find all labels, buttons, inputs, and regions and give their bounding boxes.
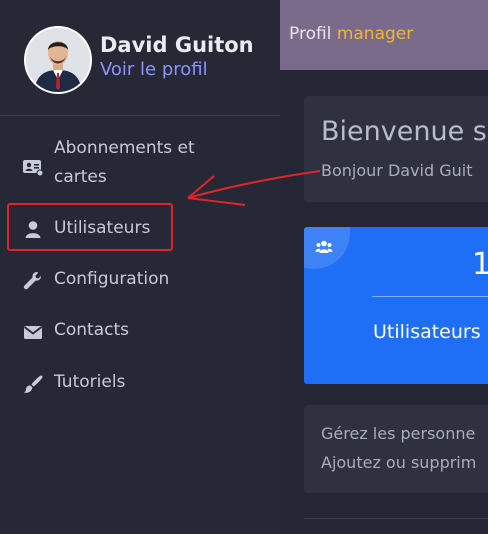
- sidebar-item-label: Contacts: [54, 320, 129, 340]
- sidebar-item-label: Tutoriels: [54, 372, 126, 392]
- stat-value: 1: [472, 247, 488, 282]
- page-title: Profil manager: [289, 24, 413, 44]
- welcome-title: Bienvenue s: [321, 116, 487, 147]
- brush-icon: [22, 373, 44, 395]
- sidebar-item-contacts[interactable]: Contacts: [0, 316, 280, 346]
- info-line: Ajoutez ou supprim: [321, 453, 477, 472]
- annotation-highlight-box: [7, 203, 173, 251]
- sidebar-item-label: Configuration: [54, 269, 170, 289]
- wrench-icon: [22, 270, 44, 292]
- title-accent: manager: [336, 24, 414, 44]
- title-plain: Profil: [289, 24, 332, 44]
- sidebar-item-subscriptions[interactable]: Abonnements et cartes: [0, 134, 280, 194]
- sidebar-item-configuration[interactable]: Configuration: [0, 265, 280, 295]
- topbar: Profil manager: [280, 0, 488, 70]
- content-divider: [304, 518, 488, 519]
- sidebar-item-label: cartes: [54, 167, 107, 187]
- envelope-icon: [22, 321, 44, 343]
- user-name: David Guiton: [100, 33, 254, 57]
- sidebar: David Guiton Voir le profil Abonnements …: [0, 0, 280, 534]
- avatar[interactable]: [26, 28, 90, 92]
- welcome-card: Bienvenue s Bonjour David Guit: [304, 96, 488, 202]
- info-line: Gérez les personne: [321, 424, 476, 443]
- welcome-subtitle: Bonjour David Guit: [321, 161, 473, 180]
- sidebar-item-tutorials[interactable]: Tutoriels: [0, 368, 280, 398]
- stat-label: Utilisateurs: [373, 321, 481, 343]
- sidebar-item-label: Abonnements et: [54, 138, 195, 158]
- stat-divider: [372, 296, 488, 297]
- info-card: Gérez les personne Ajoutez ou supprim: [304, 405, 488, 493]
- profile-header: David Guiton Voir le profil: [0, 0, 280, 116]
- users-group-icon: [315, 239, 333, 253]
- sidebar-divider: [0, 115, 280, 116]
- users-stat-card[interactable]: 1 Utilisateurs: [304, 227, 488, 384]
- id-card-icon: [22, 156, 44, 178]
- view-profile-link[interactable]: Voir le profil: [100, 59, 208, 80]
